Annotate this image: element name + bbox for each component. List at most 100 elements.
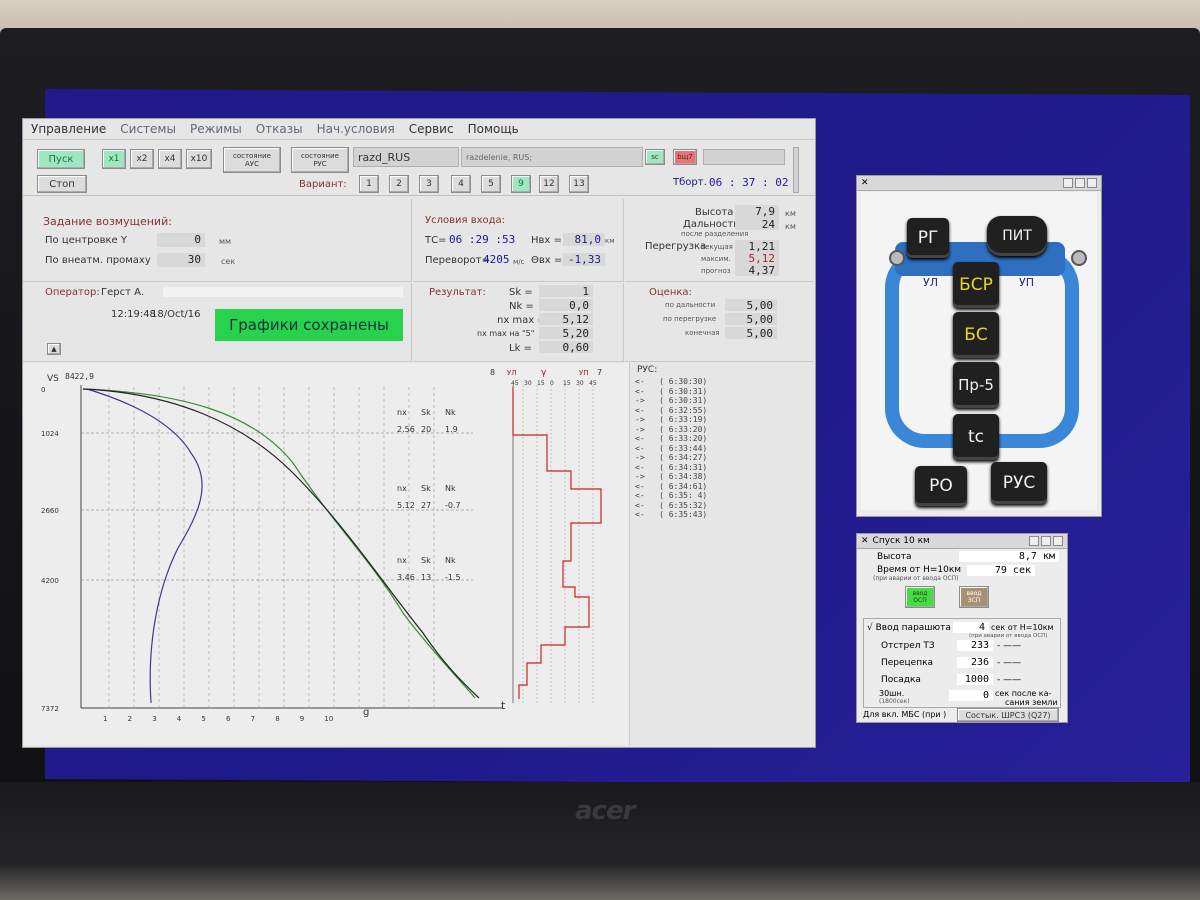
z30-label: 30шн. (879, 689, 905, 698)
state-rus-button[interactable]: состояние РУС (291, 147, 349, 173)
bf-indicator: bщ7 (673, 149, 697, 165)
z30-value[interactable]: 0 (949, 690, 993, 701)
centering-input[interactable]: 0 (157, 233, 205, 247)
speed-x10-button[interactable]: x10 (186, 149, 212, 169)
menu-modes[interactable]: Режимы (190, 122, 242, 136)
annotation-header: nx (397, 484, 407, 493)
key-rg[interactable]: РГ (907, 218, 949, 258)
land-value[interactable]: 1000 (957, 674, 993, 685)
variant-4-button[interactable]: 4 (451, 175, 471, 193)
gamma-tick-label: 0 (550, 380, 554, 387)
chute-sub: (при аварии от ввода ОСП) (969, 633, 1048, 639)
stop-button[interactable]: Стоп (37, 175, 87, 193)
joystick-titlebar: ✕ (857, 176, 1101, 191)
tz-value[interactable]: 233 (957, 640, 993, 651)
rus-event: -> ( 6:30:31) (635, 396, 708, 405)
annotation-header: nx (397, 556, 407, 565)
tz-dash: - —— (997, 641, 1022, 651)
chute-value[interactable]: 4 (953, 622, 989, 633)
annotation-header: nx (397, 408, 407, 417)
key-bs[interactable]: БС (953, 312, 999, 358)
descent-window: ✕ Спуск 10 км Высота 8,7 км Время от Н=1… (856, 533, 1068, 723)
y-tick-label: 1024 (41, 430, 59, 438)
x-window-icon: ✕ (861, 178, 869, 188)
descent-titlebar: ✕ Спуск 10 км (857, 534, 1067, 549)
collapse-arrow-icon[interactable]: ▲ (47, 343, 61, 355)
key-bsr[interactable]: БСР (953, 262, 999, 308)
score-overload-value: 5,00 (725, 313, 777, 326)
gamma-left-label: УЛ (507, 369, 517, 377)
maximize-icon-2[interactable] (1041, 536, 1051, 546)
chute-label: √ Ввод парашюта (867, 623, 951, 633)
key-tc[interactable]: tc (953, 414, 999, 460)
bolt-right-icon (1071, 250, 1087, 266)
bolt-left-icon (889, 250, 905, 266)
gamma-tick-label: 30 (524, 380, 532, 387)
operator-name-field[interactable] (163, 287, 403, 297)
gamma-tick-label: 30 (576, 380, 584, 387)
scenario-field[interactable]: razd_RUS (353, 147, 459, 167)
z30-suffix: сек после ка- (995, 689, 1052, 698)
recouple-value[interactable]: 236 (957, 657, 993, 668)
zsp-input-button[interactable]: ввод ЗСП (959, 586, 989, 608)
window-controls (1063, 178, 1097, 188)
minimize-icon[interactable] (1063, 178, 1073, 188)
shrs-dock-button[interactable]: Состык. ШРС3 (Q27) (957, 708, 1059, 722)
key-pit[interactable]: ПИТ (987, 216, 1047, 256)
menu-service[interactable]: Сервис (409, 122, 454, 136)
annotation-value: 13 (421, 573, 431, 582)
variant-1-button[interactable]: 1 (359, 175, 379, 193)
rus-event: <- ( 6:32:55) (635, 405, 708, 415)
entry-title: Условия входа: (425, 215, 506, 226)
close-icon-2[interactable] (1053, 536, 1063, 546)
rus-event: <- ( 6:30:30) (635, 377, 708, 386)
gamma-tick-label: 15 (537, 380, 545, 387)
key-ro[interactable]: РО (915, 466, 967, 506)
close-icon[interactable] (1087, 178, 1097, 188)
state-ays-button[interactable]: состояние АУС (223, 147, 281, 173)
variant-9-button[interactable]: 9 (511, 175, 531, 193)
variant-13-button[interactable]: 13 (569, 175, 589, 193)
menu-control[interactable]: Управление (31, 122, 106, 136)
minimize-icon-2[interactable] (1029, 536, 1039, 546)
overload-current-value: 1,21 (735, 240, 779, 253)
osp-input-button[interactable]: ввод ОСП (905, 586, 935, 608)
annotation-header: Sk (421, 408, 431, 417)
speed-x1-button[interactable]: x1 (102, 149, 126, 169)
speed-x2-button[interactable]: x2 (130, 149, 154, 169)
variant-5-button[interactable]: 5 (481, 175, 501, 193)
variant-2-button[interactable]: 2 (389, 175, 409, 193)
sc-indicator: sc (645, 149, 665, 165)
miss-input[interactable]: 30 (157, 253, 205, 267)
x-tick-label: 10 (324, 715, 333, 723)
menu-systems[interactable]: Системы (120, 122, 176, 136)
speed-x4-button[interactable]: x4 (158, 149, 182, 169)
scenario-description-field[interactable]: razdelenie, RUS; (461, 147, 643, 167)
menu-bar: Управление Системы Режимы Отказы Нач.усл… (23, 119, 815, 140)
tc-label: ТС= (425, 235, 447, 246)
vertical-scrollbar[interactable] (793, 147, 799, 193)
gamma-tick-label: 45 (511, 380, 519, 387)
variant-12-button[interactable]: 12 (539, 175, 559, 193)
turn-value: 4205 (483, 253, 510, 266)
zsp-line2: ЗСП (967, 597, 981, 604)
vs-value: 8422,9 (65, 372, 94, 381)
range-label: Дальность (683, 219, 740, 230)
variant-3-button[interactable]: 3 (419, 175, 439, 193)
chute-suffix: сек от Н=10км (991, 623, 1054, 632)
maximize-icon[interactable] (1075, 178, 1085, 188)
descent-time-sub: (при аварии от ввода ОСП) (873, 575, 959, 582)
key-pr5[interactable]: Пр-5 (953, 362, 999, 408)
descent-height-value: 8,7 км (959, 551, 1059, 562)
menu-initial-conditions[interactable]: Нач.условия (317, 122, 395, 136)
menu-help[interactable]: Помощь (468, 122, 519, 136)
recouple-dash: - —— (997, 658, 1022, 668)
rus-event: <- ( 6:35:43) (635, 510, 708, 519)
descent-window-controls (1029, 536, 1063, 546)
result-title: Результат: (429, 287, 486, 298)
menu-failures[interactable]: Отказы (256, 122, 303, 136)
plot-background (23, 363, 629, 745)
start-button[interactable]: Пуск (37, 149, 85, 169)
key-rus[interactable]: РУС (991, 462, 1047, 504)
annotation-value: -0.7 (445, 501, 461, 510)
